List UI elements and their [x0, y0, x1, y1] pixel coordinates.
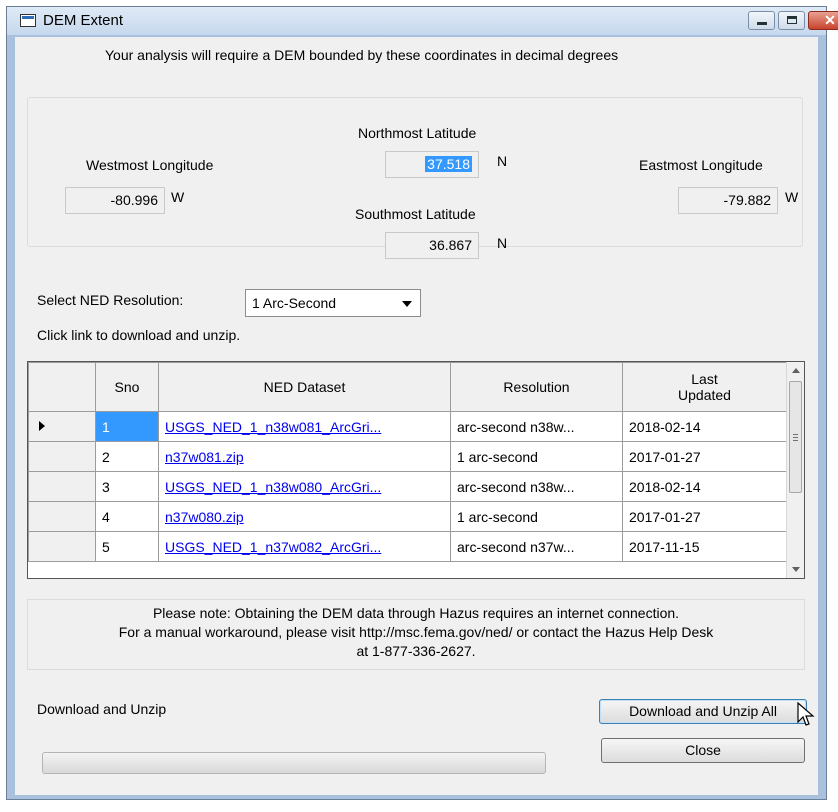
- scroll-up-arrow-icon[interactable]: [792, 368, 800, 373]
- dataset-cell[interactable]: n37w080.zip: [158, 501, 451, 532]
- row-header[interactable]: [28, 531, 96, 562]
- west-longitude-value: -80.996: [110, 192, 158, 208]
- maximize-icon: [787, 16, 797, 24]
- dataset-link[interactable]: n37w080.zip: [165, 509, 244, 525]
- ned-datasets-grid: Sno NED Dataset Resolution Last Updated …: [27, 361, 805, 579]
- dataset-cell[interactable]: USGS_NED_1_n38w081_ArcGri...: [158, 411, 451, 442]
- row-header[interactable]: [28, 411, 96, 442]
- download-progress-bar: [42, 752, 546, 774]
- dataset-link[interactable]: n37w081.zip: [165, 449, 244, 465]
- minimize-button[interactable]: [748, 11, 775, 30]
- updated-cell[interactable]: 2017-01-27: [622, 501, 787, 532]
- updated-cell[interactable]: 2017-01-27: [622, 441, 787, 472]
- west-label: Westmost Longitude: [86, 157, 214, 173]
- table-row[interactable]: 3 USGS_NED_1_n38w080_ArcGri... arc-secon…: [28, 471, 787, 502]
- row-header[interactable]: [28, 501, 96, 532]
- grip-icon: [793, 434, 798, 435]
- west-unit: W: [171, 189, 185, 205]
- internet-note: Please note: Obtaining the DEM data thro…: [27, 599, 805, 670]
- close-icon: ✕: [824, 12, 836, 28]
- resolution-cell[interactable]: 1 arc-second: [450, 501, 623, 532]
- dataset-link[interactable]: USGS_NED_1_n38w081_ArcGri...: [165, 419, 381, 435]
- window-close-button[interactable]: ✕: [808, 11, 838, 30]
- sno-cell[interactable]: 5: [95, 531, 159, 562]
- column-header-dataset[interactable]: NED Dataset: [158, 362, 451, 412]
- dataset-cell[interactable]: USGS_NED_1_n37w082_ArcGri...: [158, 531, 451, 562]
- updated-cell[interactable]: 2017-11-15: [622, 531, 787, 562]
- resolution-selected-value: 1 Arc-Second: [252, 295, 337, 311]
- minimize-icon: [757, 22, 767, 25]
- row-header-corner: [28, 362, 96, 412]
- datasets-table: Sno NED Dataset Resolution Last Updated …: [28, 362, 787, 562]
- column-header-resolution[interactable]: Resolution: [450, 362, 623, 412]
- updated-cell[interactable]: 2018-02-14: [622, 411, 787, 442]
- window-app-icon: [20, 14, 36, 27]
- dataset-link[interactable]: USGS_NED_1_n37w082_ArcGri...: [165, 539, 381, 555]
- dataset-cell[interactable]: n37w081.zip: [158, 441, 451, 472]
- scroll-down-arrow-icon[interactable]: [792, 567, 800, 572]
- note-line-1: Please note: Obtaining the DEM data thro…: [152, 605, 680, 621]
- window-title: DEM Extent: [43, 12, 124, 29]
- resolution-cell[interactable]: arc-second n38w...: [450, 471, 623, 502]
- resolution-cell[interactable]: 1 arc-second: [450, 441, 623, 472]
- note-line-3: at 1-877-336-2627.: [356, 643, 476, 659]
- current-row-icon: [39, 421, 45, 431]
- south-unit: N: [497, 235, 508, 251]
- sno-cell[interactable]: 2: [95, 441, 159, 472]
- resolution-cell[interactable]: arc-second n37w...: [450, 531, 623, 562]
- north-label: Northmost Latitude: [358, 125, 477, 141]
- grid-vertical-scrollbar[interactable]: [786, 362, 804, 578]
- sno-cell[interactable]: 1: [95, 411, 159, 442]
- download-unzip-all-button[interactable]: Download and Unzip All: [599, 699, 807, 724]
- row-header[interactable]: [28, 441, 96, 472]
- intro-text: Your analysis will require a DEM bounded…: [105, 47, 619, 63]
- north-latitude-field[interactable]: 37.518: [385, 151, 479, 178]
- south-latitude-value: 36.867: [429, 237, 472, 253]
- table-row[interactable]: 5 USGS_NED_1_n37w082_ArcGri... arc-secon…: [28, 531, 787, 562]
- resolution-cell[interactable]: arc-second n38w...: [450, 411, 623, 442]
- mouse-cursor-icon: [797, 702, 815, 726]
- title-bar[interactable]: DEM Extent ✕: [7, 7, 838, 35]
- east-longitude-field[interactable]: -79.882: [678, 187, 778, 214]
- south-label: Southmost Latitude: [355, 206, 476, 222]
- column-header-sno[interactable]: Sno: [95, 362, 159, 412]
- south-latitude-field[interactable]: 36.867: [385, 232, 479, 259]
- east-unit: W: [785, 189, 799, 205]
- close-button[interactable]: Close: [601, 738, 805, 763]
- west-longitude-field[interactable]: -80.996: [65, 187, 165, 214]
- east-longitude-value: -79.882: [723, 192, 771, 208]
- sno-cell[interactable]: 4: [95, 501, 159, 532]
- maximize-button[interactable]: [778, 11, 805, 30]
- row-header[interactable]: [28, 471, 96, 502]
- scrollbar-thumb[interactable]: [789, 381, 802, 493]
- table-row[interactable]: 4 n37w080.zip 1 arc-second 2017-01-27: [28, 501, 787, 532]
- table-row[interactable]: 1 USGS_NED_1_n38w081_ArcGri... arc-secon…: [28, 411, 787, 442]
- download-hint: Click link to download and unzip.: [37, 327, 241, 343]
- resolution-select[interactable]: 1 Arc-Second: [245, 289, 421, 317]
- dem-extent-window: DEM Extent ✕ Your analysis will require …: [6, 6, 838, 800]
- sno-cell[interactable]: 3: [95, 471, 159, 502]
- updated-cell[interactable]: 2018-02-14: [622, 471, 787, 502]
- status-label: Download and Unzip: [37, 701, 167, 717]
- east-label: Eastmost Longitude: [639, 157, 763, 173]
- table-row[interactable]: 2 n37w081.zip 1 arc-second 2017-01-27: [28, 441, 787, 472]
- resolution-label: Select NED Resolution:: [37, 292, 184, 308]
- chevron-down-icon: [402, 301, 412, 307]
- dataset-cell[interactable]: USGS_NED_1_n38w080_ArcGri...: [158, 471, 451, 502]
- note-line-2: For a manual workaround, please visit ht…: [118, 624, 714, 640]
- north-latitude-value: 37.518: [425, 156, 472, 172]
- north-unit: N: [497, 153, 508, 169]
- dialog-body: Your analysis will require a DEM bounded…: [15, 37, 818, 795]
- column-header-last-updated[interactable]: Last Updated: [622, 362, 787, 412]
- table-header-row: Sno NED Dataset Resolution Last Updated: [28, 362, 787, 412]
- dataset-link[interactable]: USGS_NED_1_n38w080_ArcGri...: [165, 479, 381, 495]
